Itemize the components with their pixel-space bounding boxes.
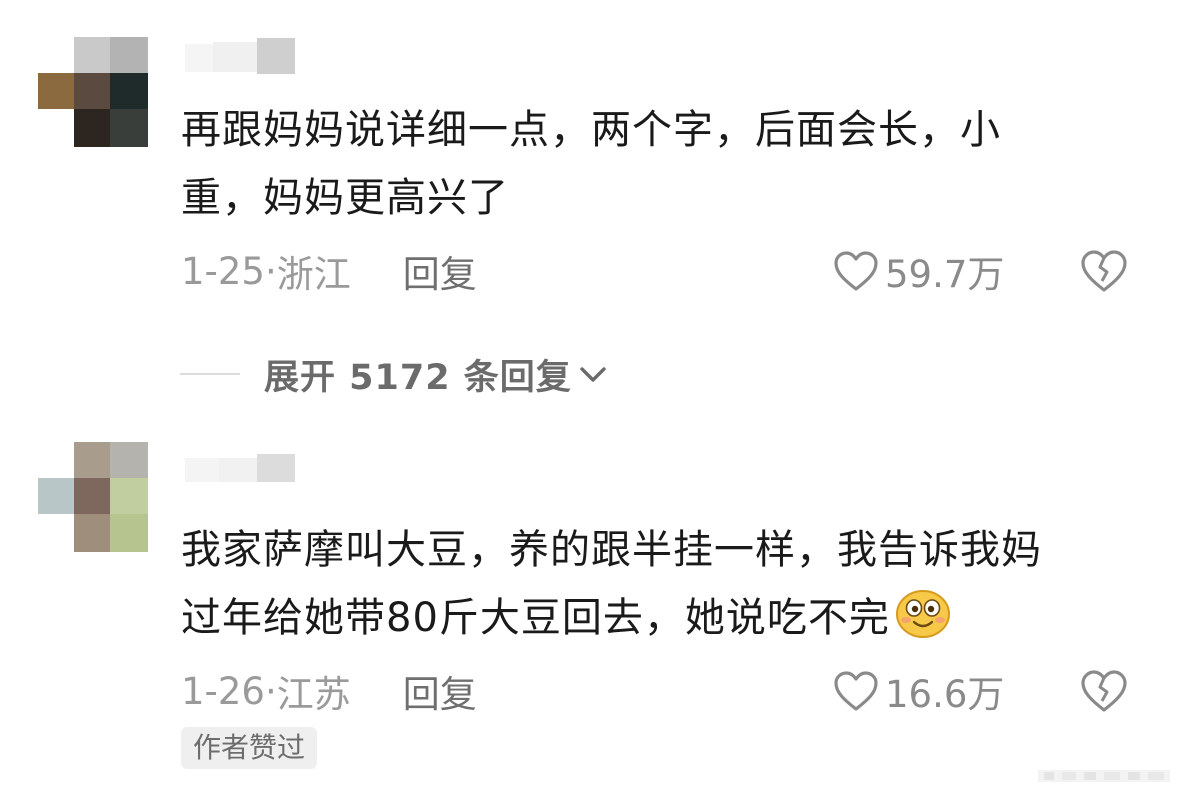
comment-text-line-with-emoji: 过年给她带80斤大豆回去，她说吃不完 xyxy=(181,584,1141,652)
meta-separator: · xyxy=(264,249,277,293)
reply-button[interactable]: 回复 xyxy=(403,244,477,298)
comment-location: 浙江 xyxy=(276,253,351,296)
broken-heart-icon[interactable] xyxy=(1080,249,1128,293)
comment-text-line: 再跟妈妈说详细一点，两个字，后面会长，小 xyxy=(181,107,1001,153)
expand-replies-label: 展开 5172 条回复 xyxy=(264,357,572,398)
expand-divider xyxy=(180,373,240,375)
comment-date: 1-26 xyxy=(181,669,265,713)
chevron-down-icon xyxy=(580,367,606,382)
like-count: 16.6万 xyxy=(885,673,1005,716)
avatar[interactable] xyxy=(38,442,148,552)
author-liked-badge: 作者赞过 xyxy=(181,727,318,769)
comment-text: 再跟妈妈说详细一点，两个字，后面会长，小 重，妈妈更高兴了 xyxy=(181,96,1141,232)
comment-meta: 1-25 · 浙江 回复 xyxy=(181,244,477,298)
reply-button[interactable]: 回复 xyxy=(403,664,477,718)
comment-item: 再跟妈妈说详细一点，两个字，后面会长，小 重，妈妈更高兴了 1-25 · 浙江 … xyxy=(0,0,1179,400)
expand-replies-button[interactable]: 展开 5172 条回复 xyxy=(180,350,610,398)
smiley-emoji xyxy=(895,590,950,638)
like-count: 59.7万 xyxy=(885,253,1005,296)
like-button[interactable]: 59.7万 xyxy=(833,246,1004,296)
comment-text-segment: 过年给她带80斤大豆回去，她说吃不完 xyxy=(181,595,890,641)
meta-separator: · xyxy=(264,669,277,713)
avatar[interactable] xyxy=(38,37,148,147)
comment-meta: 1-26 · 江苏 回复 xyxy=(181,664,477,718)
comment-text-line: 重，妈妈更高兴了 xyxy=(181,175,509,221)
comment-date: 1-25 xyxy=(181,249,265,293)
broken-heart-icon[interactable] xyxy=(1080,669,1128,713)
comment-location: 江苏 xyxy=(276,673,351,716)
comment-text: 我家萨摩叫大豆，养的跟半挂一样，我告诉我妈 过年给她带80斤大豆回去，她说吃不完 xyxy=(181,516,1141,652)
heart-outline-icon xyxy=(834,671,878,711)
watermark xyxy=(1038,770,1170,782)
like-button[interactable]: 16.6万 xyxy=(833,666,1004,716)
comment-text-line: 我家萨摩叫大豆，养的跟半挂一样，我告诉我妈 xyxy=(181,527,1042,573)
heart-outline-icon xyxy=(834,251,878,291)
